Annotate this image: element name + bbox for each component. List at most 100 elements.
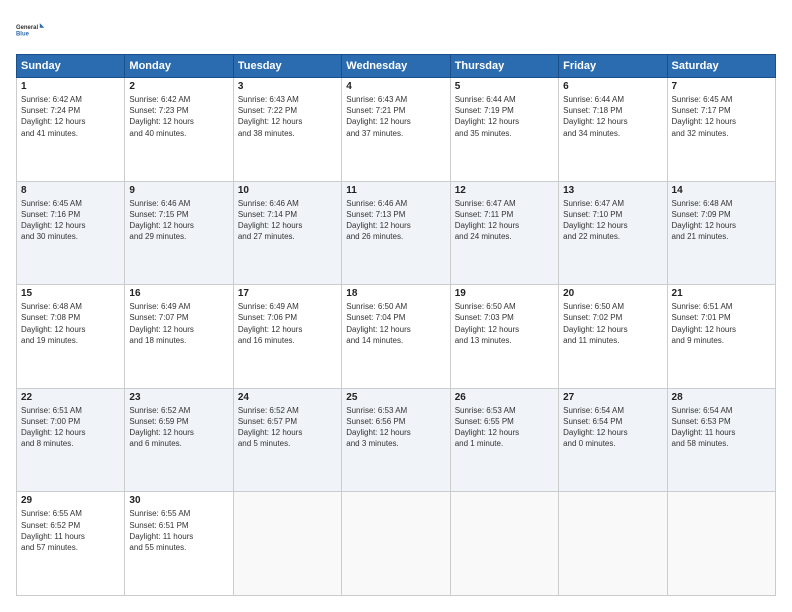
- calendar-cell: 27Sunrise: 6:54 AMSunset: 6:54 PMDayligh…: [559, 388, 667, 492]
- day-number: 10: [238, 185, 337, 196]
- day-info: Sunrise: 6:50 AMSunset: 7:04 PMDaylight:…: [346, 301, 445, 346]
- day-info: Sunrise: 6:42 AMSunset: 7:24 PMDaylight:…: [21, 94, 120, 139]
- svg-text:General: General: [16, 25, 38, 31]
- weekday-header: Saturday: [667, 55, 775, 78]
- page: GeneralBlue SundayMondayTuesdayWednesday…: [0, 0, 792, 612]
- day-number: 28: [672, 392, 771, 403]
- day-info: Sunrise: 6:48 AMSunset: 7:08 PMDaylight:…: [21, 301, 120, 346]
- calendar-week-row: 1 Sunrise: 6:42 AMSunset: 7:24 PMDaylight…: [17, 78, 776, 182]
- calendar-week-row: 22 Sunrise: 6:51 AMSunset: 7:00 PMDayligh…: [17, 388, 776, 492]
- calendar-cell: 10 Sunrise: 6:46 AMSunset: 7:14 PMDayligh…: [233, 181, 341, 285]
- day-number: 27: [563, 392, 662, 403]
- day-info: Sunrise: 6:49 AMSunset: 7:06 PMDaylight:…: [238, 301, 337, 346]
- day-number: 25: [346, 392, 445, 403]
- calendar-cell: 12 Sunrise: 6:47 AMSunset: 7:11 PMDayligh…: [450, 181, 558, 285]
- calendar-cell: 15 Sunrise: 6:48 AMSunset: 7:08 PMDayligh…: [17, 285, 125, 389]
- calendar-cell: [233, 492, 341, 596]
- day-info: Sunrise: 6:51 AMSunset: 7:01 PMDaylight:…: [672, 301, 771, 346]
- calendar-week-row: 8 Sunrise: 6:45 AMSunset: 7:16 PMDaylight…: [17, 181, 776, 285]
- calendar-cell: 26Sunrise: 6:53 AMSunset: 6:55 PMDayligh…: [450, 388, 558, 492]
- calendar-cell: 29Sunrise: 6:55 AMSunset: 6:52 PMDayligh…: [17, 492, 125, 596]
- calendar-cell: 4Sunrise: 6:43 AMSunset: 7:21 PMDaylight…: [342, 78, 450, 182]
- calendar-week-row: 15 Sunrise: 6:48 AMSunset: 7:08 PMDayligh…: [17, 285, 776, 389]
- day-info: Sunrise: 6:54 AMSunset: 6:53 PMDaylight:…: [672, 405, 771, 450]
- day-number: 19: [455, 288, 554, 299]
- day-number: 26: [455, 392, 554, 403]
- calendar-cell: 16 Sunrise: 6:49 AMSunset: 7:07 PMDayligh…: [125, 285, 233, 389]
- day-info: Sunrise: 6:50 AMSunset: 7:02 PMDaylight:…: [563, 301, 662, 346]
- day-info: Sunrise: 6:47 AMSunset: 7:10 PMDaylight:…: [563, 198, 662, 243]
- calendar-cell: 21 Sunrise: 6:51 AMSunset: 7:01 PMDayligh…: [667, 285, 775, 389]
- day-info: Sunrise: 6:52 AMSunset: 6:57 PMDaylight:…: [238, 405, 337, 450]
- calendar-cell: [342, 492, 450, 596]
- calendar-cell: 1 Sunrise: 6:42 AMSunset: 7:24 PMDaylight…: [17, 78, 125, 182]
- day-info: Sunrise: 6:50 AMSunset: 7:03 PMDaylight:…: [455, 301, 554, 346]
- day-info: Sunrise: 6:46 AMSunset: 7:15 PMDaylight:…: [129, 198, 228, 243]
- day-info: Sunrise: 6:52 AMSunset: 6:59 PMDaylight:…: [129, 405, 228, 450]
- weekday-header: Thursday: [450, 55, 558, 78]
- calendar-cell: 11 Sunrise: 6:46 AMSunset: 7:13 PMDayligh…: [342, 181, 450, 285]
- day-info: Sunrise: 6:47 AMSunset: 7:11 PMDaylight:…: [455, 198, 554, 243]
- weekday-header: Monday: [125, 55, 233, 78]
- day-info: Sunrise: 6:42 AMSunset: 7:23 PMDaylight:…: [129, 94, 228, 139]
- calendar-cell: 28 Sunrise: 6:54 AMSunset: 6:53 PMDayligh…: [667, 388, 775, 492]
- day-number: 9: [129, 185, 228, 196]
- day-info: Sunrise: 6:49 AMSunset: 7:07 PMDaylight:…: [129, 301, 228, 346]
- day-number: 18: [346, 288, 445, 299]
- day-number: 6: [563, 81, 662, 92]
- calendar-body: 1 Sunrise: 6:42 AMSunset: 7:24 PMDaylight…: [17, 78, 776, 596]
- day-info: Sunrise: 6:45 AMSunset: 7:16 PMDaylight:…: [21, 198, 120, 243]
- day-number: 23: [129, 392, 228, 403]
- calendar-cell: 8 Sunrise: 6:45 AMSunset: 7:16 PMDaylight…: [17, 181, 125, 285]
- logo-icon: GeneralBlue: [16, 16, 48, 44]
- day-number: 8: [21, 185, 120, 196]
- day-info: Sunrise: 6:44 AMSunset: 7:18 PMDaylight:…: [563, 94, 662, 139]
- calendar-header-row: SundayMondayTuesdayWednesdayThursdayFrid…: [17, 55, 776, 78]
- day-number: 13: [563, 185, 662, 196]
- weekday-header: Sunday: [17, 55, 125, 78]
- calendar-cell: 3Sunrise: 6:43 AMSunset: 7:22 PMDaylight…: [233, 78, 341, 182]
- calendar-cell: 9 Sunrise: 6:46 AMSunset: 7:15 PMDaylight…: [125, 181, 233, 285]
- calendar-cell: 25Sunrise: 6:53 AMSunset: 6:56 PMDayligh…: [342, 388, 450, 492]
- day-number: 15: [21, 288, 120, 299]
- calendar-cell: 20 Sunrise: 6:50 AMSunset: 7:02 PMDayligh…: [559, 285, 667, 389]
- calendar-cell: 23 Sunrise: 6:52 AMSunset: 6:59 PMDayligh…: [125, 388, 233, 492]
- day-number: 17: [238, 288, 337, 299]
- calendar-table: SundayMondayTuesdayWednesdayThursdayFrid…: [16, 54, 776, 596]
- calendar-cell: 17 Sunrise: 6:49 AMSunset: 7:06 PMDayligh…: [233, 285, 341, 389]
- calendar-cell: 6 Sunrise: 6:44 AMSunset: 7:18 PMDaylight…: [559, 78, 667, 182]
- day-number: 22: [21, 392, 120, 403]
- day-number: 16: [129, 288, 228, 299]
- calendar-cell: 7Sunrise: 6:45 AMSunset: 7:17 PMDaylight…: [667, 78, 775, 182]
- day-info: Sunrise: 6:51 AMSunset: 7:00 PMDaylight:…: [21, 405, 120, 450]
- day-number: 11: [346, 185, 445, 196]
- day-info: Sunrise: 6:55 AMSunset: 6:51 PMDaylight:…: [129, 508, 228, 553]
- calendar-cell: [450, 492, 558, 596]
- day-info: Sunrise: 6:48 AMSunset: 7:09 PMDaylight:…: [672, 198, 771, 243]
- calendar-cell: 2 Sunrise: 6:42 AMSunset: 7:23 PMDaylight…: [125, 78, 233, 182]
- calendar-cell: 19 Sunrise: 6:50 AMSunset: 7:03 PMDayligh…: [450, 285, 558, 389]
- day-number: 3: [238, 81, 337, 92]
- day-info: Sunrise: 6:46 AMSunset: 7:13 PMDaylight:…: [346, 198, 445, 243]
- calendar-cell: 22 Sunrise: 6:51 AMSunset: 7:00 PMDayligh…: [17, 388, 125, 492]
- header: GeneralBlue: [16, 16, 776, 44]
- day-number: 24: [238, 392, 337, 403]
- calendar-cell: 30Sunrise: 6:55 AMSunset: 6:51 PMDayligh…: [125, 492, 233, 596]
- day-info: Sunrise: 6:55 AMSunset: 6:52 PMDaylight:…: [21, 508, 120, 553]
- day-number: 20: [563, 288, 662, 299]
- svg-text:Blue: Blue: [16, 31, 30, 37]
- day-number: 5: [455, 81, 554, 92]
- calendar-cell: [667, 492, 775, 596]
- day-number: 2: [129, 81, 228, 92]
- day-info: Sunrise: 6:46 AMSunset: 7:14 PMDaylight:…: [238, 198, 337, 243]
- day-number: 12: [455, 185, 554, 196]
- weekday-header: Wednesday: [342, 55, 450, 78]
- calendar-cell: 24 Sunrise: 6:52 AMSunset: 6:57 PMDayligh…: [233, 388, 341, 492]
- day-number: 14: [672, 185, 771, 196]
- day-number: 21: [672, 288, 771, 299]
- logo: GeneralBlue: [16, 16, 48, 44]
- day-number: 4: [346, 81, 445, 92]
- calendar-cell: 13 Sunrise: 6:47 AMSunset: 7:10 PMDayligh…: [559, 181, 667, 285]
- day-number: 1: [21, 81, 120, 92]
- day-info: Sunrise: 6:44 AMSunset: 7:19 PMDaylight:…: [455, 94, 554, 139]
